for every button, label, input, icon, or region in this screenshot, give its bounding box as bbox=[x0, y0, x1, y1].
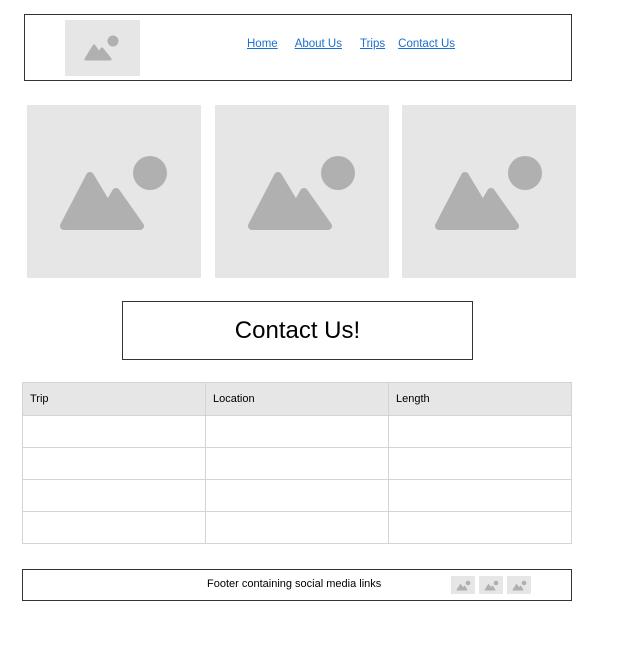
image-placeholder-icon bbox=[60, 156, 167, 230]
nav-link-home[interactable]: Home bbox=[247, 38, 278, 50]
trips-table: Trip Location Length bbox=[22, 382, 572, 544]
main-nav: Home About Us Trips Contact Us bbox=[247, 38, 455, 50]
contact-heading-box: Contact Us! bbox=[122, 301, 473, 360]
nav-link-contact-us[interactable]: Contact Us bbox=[398, 38, 455, 50]
column-header-location: Location bbox=[205, 382, 389, 416]
column-header-trip: Trip bbox=[22, 382, 206, 416]
gallery-image-3 bbox=[402, 105, 576, 278]
table-row bbox=[22, 447, 572, 480]
image-placeholder-icon bbox=[512, 580, 527, 591]
site-footer: Footer containing social media links bbox=[22, 569, 572, 601]
image-placeholder-icon bbox=[435, 156, 542, 230]
table-cell bbox=[205, 511, 389, 544]
table-header-row: Trip Location Length bbox=[22, 382, 572, 416]
table-cell bbox=[388, 479, 572, 512]
table-cell bbox=[205, 415, 389, 448]
gallery-image-1 bbox=[27, 105, 201, 278]
image-placeholder-icon bbox=[84, 35, 119, 61]
table-cell bbox=[388, 447, 572, 480]
nav-link-trips[interactable]: Trips bbox=[360, 38, 385, 50]
footer-text: Footer containing social media links bbox=[207, 578, 382, 590]
table-row bbox=[22, 415, 572, 448]
table-row bbox=[22, 479, 572, 512]
contact-title: Contact Us! bbox=[234, 316, 361, 344]
logo-image-placeholder bbox=[65, 20, 140, 76]
table-cell bbox=[22, 479, 206, 512]
column-header-length: Length bbox=[388, 382, 572, 416]
table-cell bbox=[388, 415, 572, 448]
site-header: Home About Us Trips Contact Us bbox=[24, 14, 572, 81]
table-row bbox=[22, 511, 572, 544]
social-link-3[interactable] bbox=[507, 576, 531, 594]
table-cell bbox=[205, 447, 389, 480]
image-placeholder-icon bbox=[248, 156, 355, 230]
table-cell bbox=[22, 415, 206, 448]
table-cell bbox=[388, 511, 572, 544]
table-cell bbox=[205, 479, 389, 512]
image-placeholder-icon bbox=[484, 580, 499, 591]
social-link-2[interactable] bbox=[479, 576, 503, 594]
image-placeholder-icon bbox=[456, 580, 471, 591]
gallery-image-2 bbox=[215, 105, 389, 278]
social-link-1[interactable] bbox=[451, 576, 475, 594]
nav-link-about-us[interactable]: About Us bbox=[295, 38, 342, 50]
table-cell bbox=[22, 511, 206, 544]
table-cell bbox=[22, 447, 206, 480]
